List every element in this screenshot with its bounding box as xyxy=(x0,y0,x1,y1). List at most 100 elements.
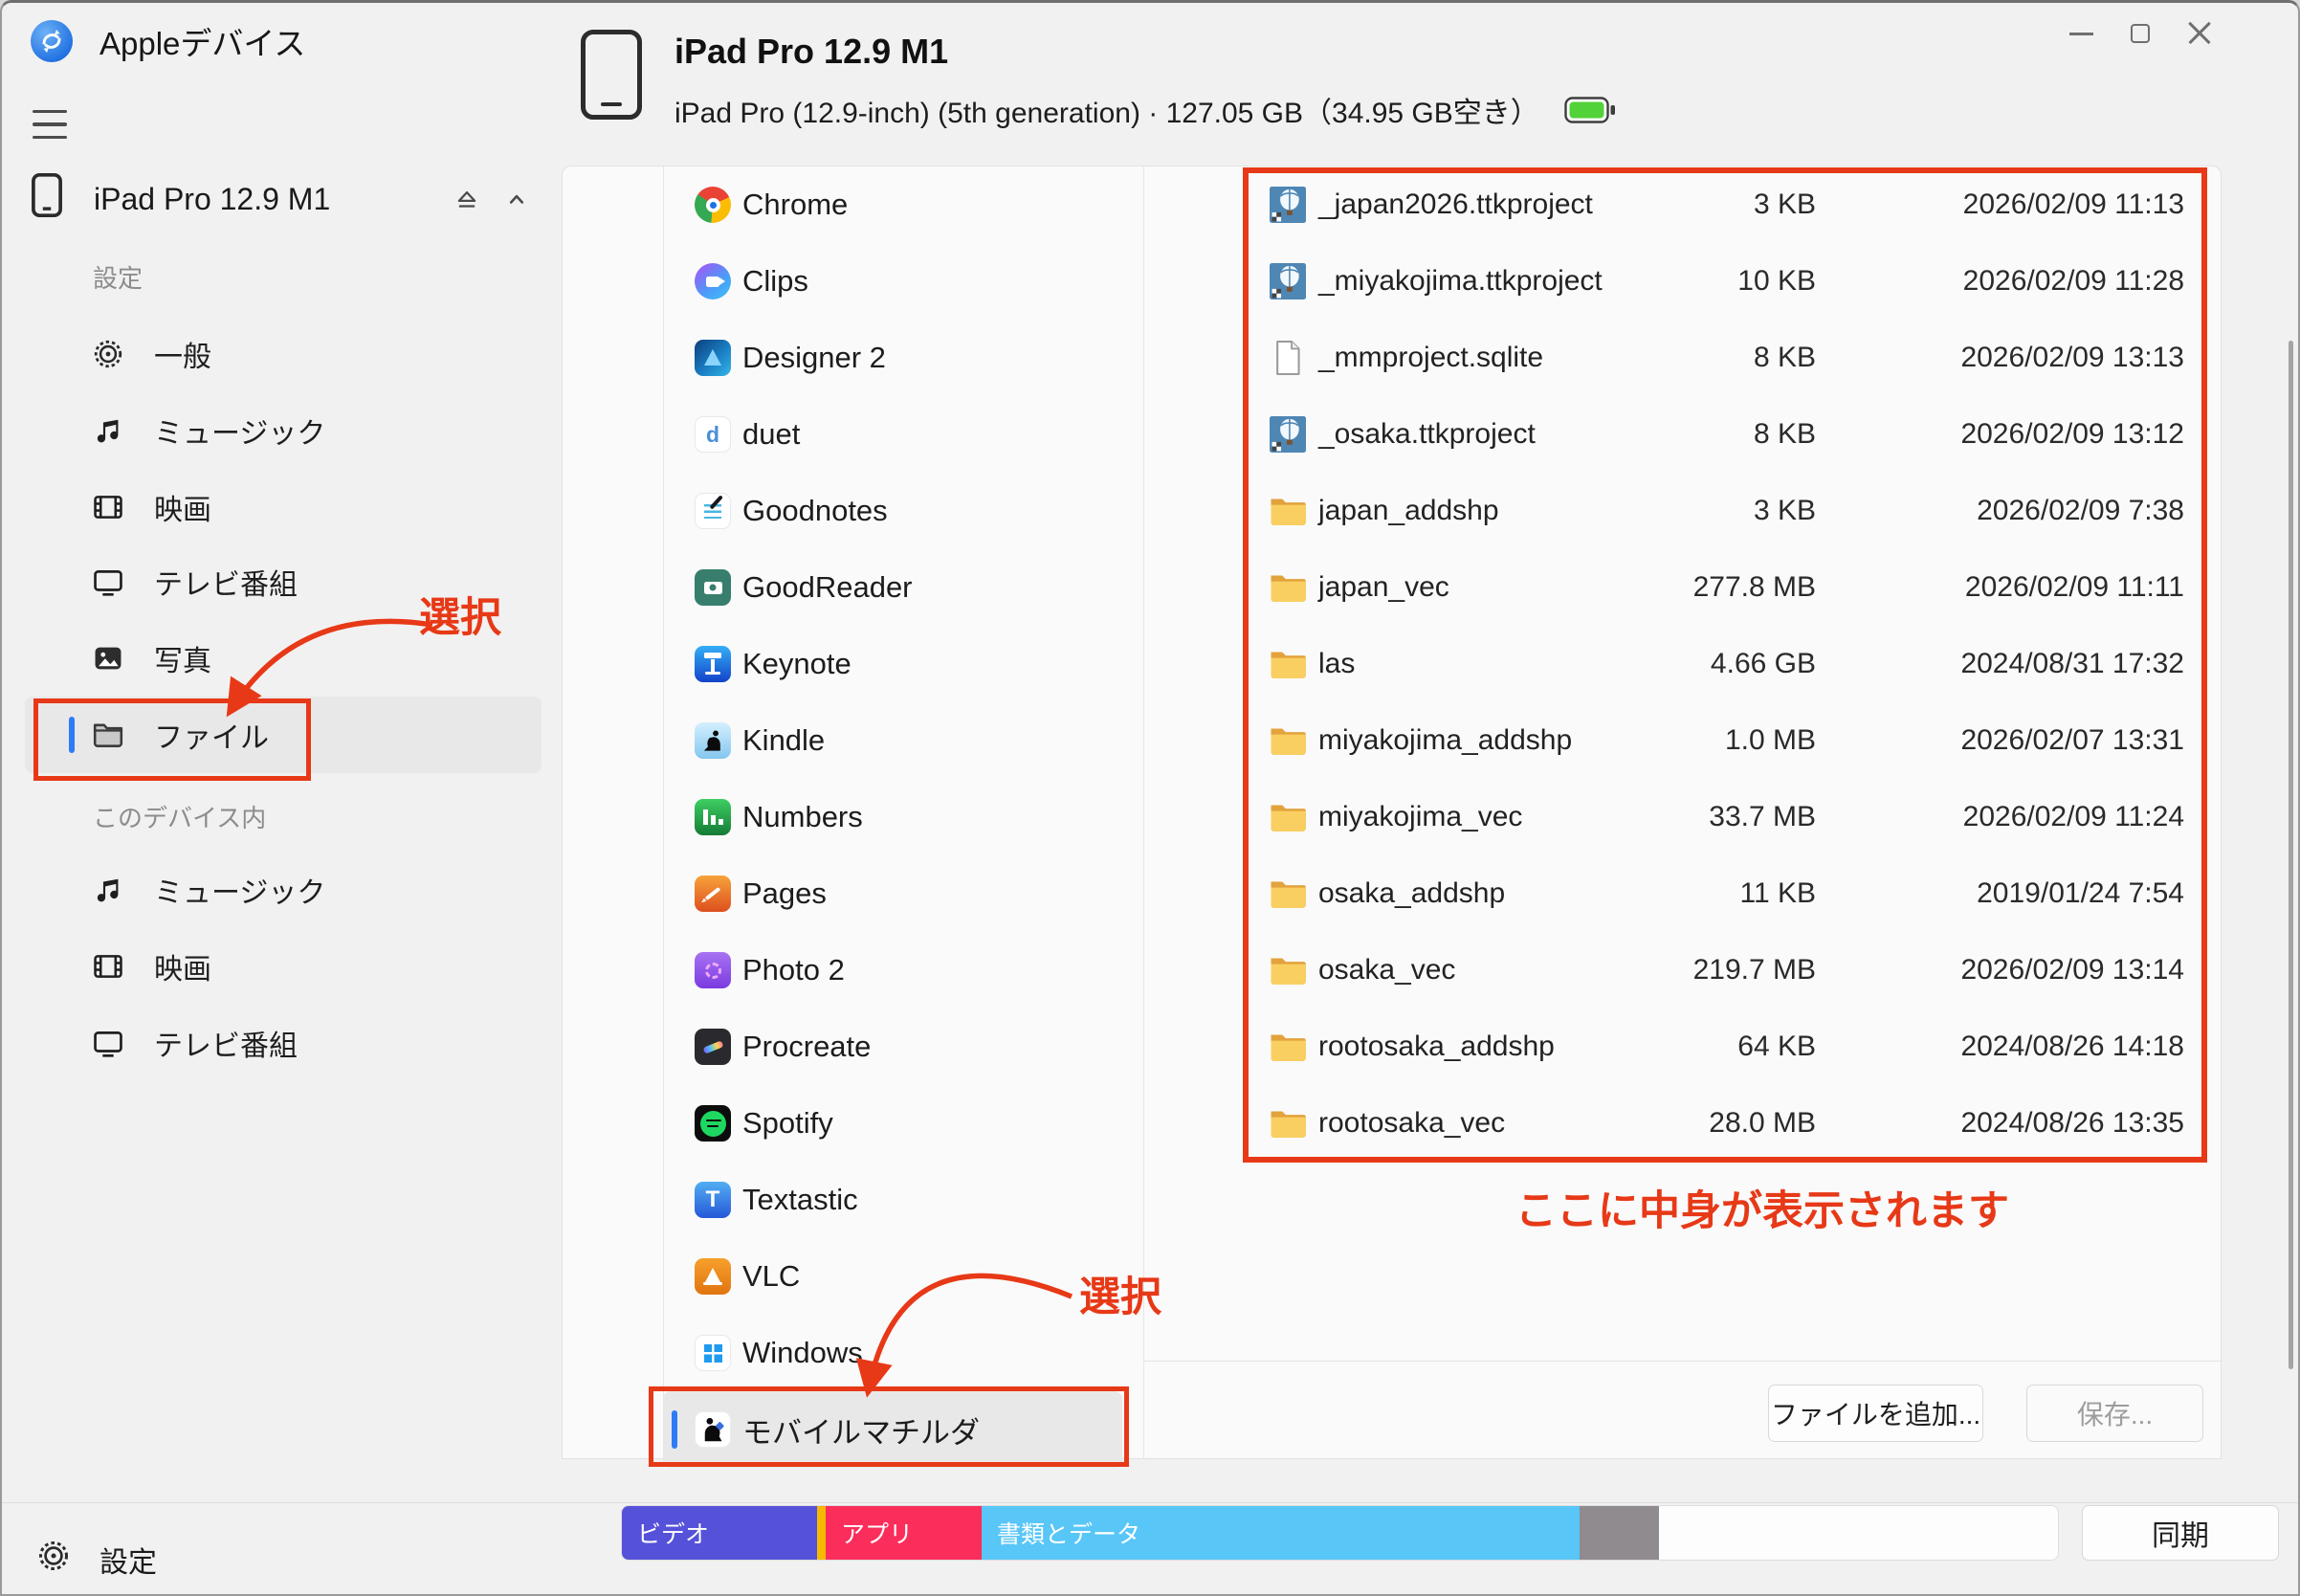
app-row-numbers[interactable]: Numbers xyxy=(663,779,1143,855)
app-label: Goodnotes xyxy=(742,494,888,528)
file-size: 33.7 MB xyxy=(1605,801,1816,833)
file-name: japan_vec xyxy=(1311,571,1605,604)
designer2-app-icon xyxy=(695,340,731,376)
file-list: _japan2026.ttkproject 3 KB 2026/02/09 11… xyxy=(1143,166,2223,1162)
folder-file-icon xyxy=(1269,646,1307,682)
file-row[interactable]: _miyakojima.ttkproject 10 KB 2026/02/09 … xyxy=(1143,243,2223,320)
file-row[interactable]: osaka_addshp 11 KB 2019/01/24 7:54 xyxy=(1143,855,2223,932)
music-note-icon xyxy=(91,873,125,907)
file-date: 2026/02/09 11:24 xyxy=(1816,801,2184,833)
sidebar-item-device-music[interactable]: ミュージック xyxy=(25,852,542,928)
app-row-kindle[interactable]: Kindle xyxy=(663,702,1143,779)
settings-footer[interactable]: 設定 xyxy=(25,1526,503,1593)
file-row[interactable]: _mmproject.sqlite 8 KB 2026/02/09 13:13 xyxy=(1143,320,2223,396)
app-row-keynote[interactable]: Keynote xyxy=(663,626,1143,702)
file-name: _osaka.ttkproject xyxy=(1311,418,1605,451)
textastic-app-icon: T xyxy=(695,1182,731,1218)
file-size: 219.7 MB xyxy=(1605,954,1816,986)
file-name: rootosaka_addshp xyxy=(1311,1031,1605,1063)
file-name: _mmproject.sqlite xyxy=(1311,342,1605,374)
app-label: Pages xyxy=(742,876,827,911)
file-size: 8 KB xyxy=(1605,342,1816,374)
goodnotes-app-icon xyxy=(695,493,731,529)
app-row-windows[interactable]: Windows xyxy=(663,1315,1143,1391)
app-row-vlc[interactable]: VLC xyxy=(663,1238,1143,1315)
sidebar-item-general[interactable]: 一般 xyxy=(25,316,542,392)
app-label: duet xyxy=(742,417,800,452)
clips-app-icon xyxy=(695,263,731,299)
sidebar-item-device-tv[interactable]: テレビ番組 xyxy=(25,1005,542,1081)
film-icon xyxy=(91,949,125,984)
app-row-clips[interactable]: Clips xyxy=(663,243,1143,320)
collapse-chevron-icon[interactable] xyxy=(492,174,542,224)
goodreader-app-icon xyxy=(695,569,731,606)
sidebar-device-row[interactable]: iPad Pro 12.9 M1 xyxy=(25,161,542,237)
ttkproject-file-icon xyxy=(1269,263,1307,299)
file-row[interactable]: osaka_vec 219.7 MB 2026/02/09 13:14 xyxy=(1143,932,2223,1009)
app-row-procreate[interactable]: Procreate xyxy=(663,1009,1143,1085)
app-row-chrome[interactable]: Chrome xyxy=(663,166,1143,243)
battery-icon xyxy=(1564,97,1616,123)
add-files-button[interactable]: ファイルを追加... xyxy=(1768,1385,1983,1442)
storage-segment-apps: アプリ xyxy=(826,1506,982,1560)
file-name: _japan2026.ttkproject xyxy=(1311,188,1605,221)
file-row[interactable]: _osaka.ttkproject 8 KB 2026/02/09 13:12 xyxy=(1143,396,2223,473)
sidebar-item-label: 映画 xyxy=(154,945,211,987)
film-icon xyxy=(91,490,125,524)
file-row[interactable]: rootosaka_vec 28.0 MB 2024/08/26 13:35 xyxy=(1143,1085,2223,1162)
app-row-designer2[interactable]: Designer 2 xyxy=(663,320,1143,396)
music-note-icon xyxy=(91,413,125,448)
sidebar-item-label: ミュージック xyxy=(154,869,325,911)
procreate-app-icon xyxy=(695,1029,731,1065)
eject-icon[interactable] xyxy=(442,174,492,224)
file-size: 4.66 GB xyxy=(1605,648,1816,680)
hamburger-menu-icon[interactable] xyxy=(33,110,67,139)
file-date: 2019/01/24 7:54 xyxy=(1816,877,2184,910)
device-details: iPad Pro (12.9-inch) (5th generation) · … xyxy=(675,89,1539,131)
file-size: 64 KB xyxy=(1605,1031,1816,1063)
file-date: 2024/08/26 13:35 xyxy=(1816,1107,2184,1140)
scrollbar-thumb[interactable] xyxy=(2289,341,2293,1369)
app-row-goodnotes[interactable]: Goodnotes xyxy=(663,473,1143,549)
apple-devices-app-icon xyxy=(31,20,73,62)
file-date: 2024/08/26 14:18 xyxy=(1816,1031,2184,1063)
save-button[interactable]: 保存... xyxy=(2026,1385,2203,1442)
sidebar-item-files[interactable]: ファイル xyxy=(25,697,542,773)
file-row[interactable]: japan_vec 277.8 MB 2026/02/09 11:11 xyxy=(1143,549,2223,626)
app-row-goodreader[interactable]: GoodReader xyxy=(663,549,1143,626)
window-controls xyxy=(2051,3,2229,64)
app-label: Kindle xyxy=(742,723,825,758)
file-size: 11 KB xyxy=(1605,877,1816,910)
duet-app-icon: d xyxy=(695,416,731,453)
file-row[interactable]: _japan2026.ttkproject 3 KB 2026/02/09 11… xyxy=(1143,166,2223,243)
file-row[interactable]: las 4.66 GB 2024/08/31 17:32 xyxy=(1143,626,2223,702)
sidebar-section-on-device: このデバイス内 xyxy=(93,799,266,834)
app-label: Keynote xyxy=(742,647,851,681)
ttkproject-file-icon xyxy=(1269,416,1307,453)
app-row-duet[interactable]: dduet xyxy=(663,396,1143,473)
close-button[interactable] xyxy=(2170,4,2229,63)
file-name: rootosaka_vec xyxy=(1311,1107,1605,1140)
file-row[interactable]: rootosaka_addshp 64 KB 2024/08/26 14:18 xyxy=(1143,1009,2223,1085)
app-title: Appleデバイス xyxy=(100,18,305,64)
sidebar-item-movies[interactable]: 映画 xyxy=(25,469,542,545)
maximize-button[interactable] xyxy=(2111,4,2170,63)
file-row[interactable]: miyakojima_addshp 1.0 MB 2026/02/07 13:3… xyxy=(1143,702,2223,779)
app-row-pages[interactable]: Pages xyxy=(663,855,1143,932)
file-name: las xyxy=(1311,648,1605,680)
app-row-spotify[interactable]: Spotify xyxy=(663,1085,1143,1162)
app-row-mobile-matilda[interactable]: モバイルマチルダ xyxy=(663,1391,1122,1468)
file-row[interactable]: japan_addshp 3 KB 2026/02/09 7:38 xyxy=(1143,473,2223,549)
app-row-textastic[interactable]: TTextastic xyxy=(663,1162,1143,1238)
sidebar-item-music[interactable]: ミュージック xyxy=(25,392,542,469)
numbers-app-icon xyxy=(695,799,731,835)
app-row-photo2[interactable]: Photo 2 xyxy=(663,932,1143,1009)
sidebar-item-tv[interactable]: テレビ番組 xyxy=(25,543,542,620)
content-card: Chrome Clips Designer 2 dduet Goodnotes … xyxy=(562,166,2222,1459)
file-row[interactable]: miyakojima_vec 33.7 MB 2026/02/09 11:24 xyxy=(1143,779,2223,855)
sidebar-item-photos[interactable]: 写真 xyxy=(25,620,542,697)
sync-button[interactable]: 同期 xyxy=(2082,1505,2279,1561)
minimize-button[interactable] xyxy=(2051,4,2111,63)
file-date: 2026/02/09 13:13 xyxy=(1816,342,2184,374)
sidebar-item-device-movies[interactable]: 映画 xyxy=(25,928,542,1005)
